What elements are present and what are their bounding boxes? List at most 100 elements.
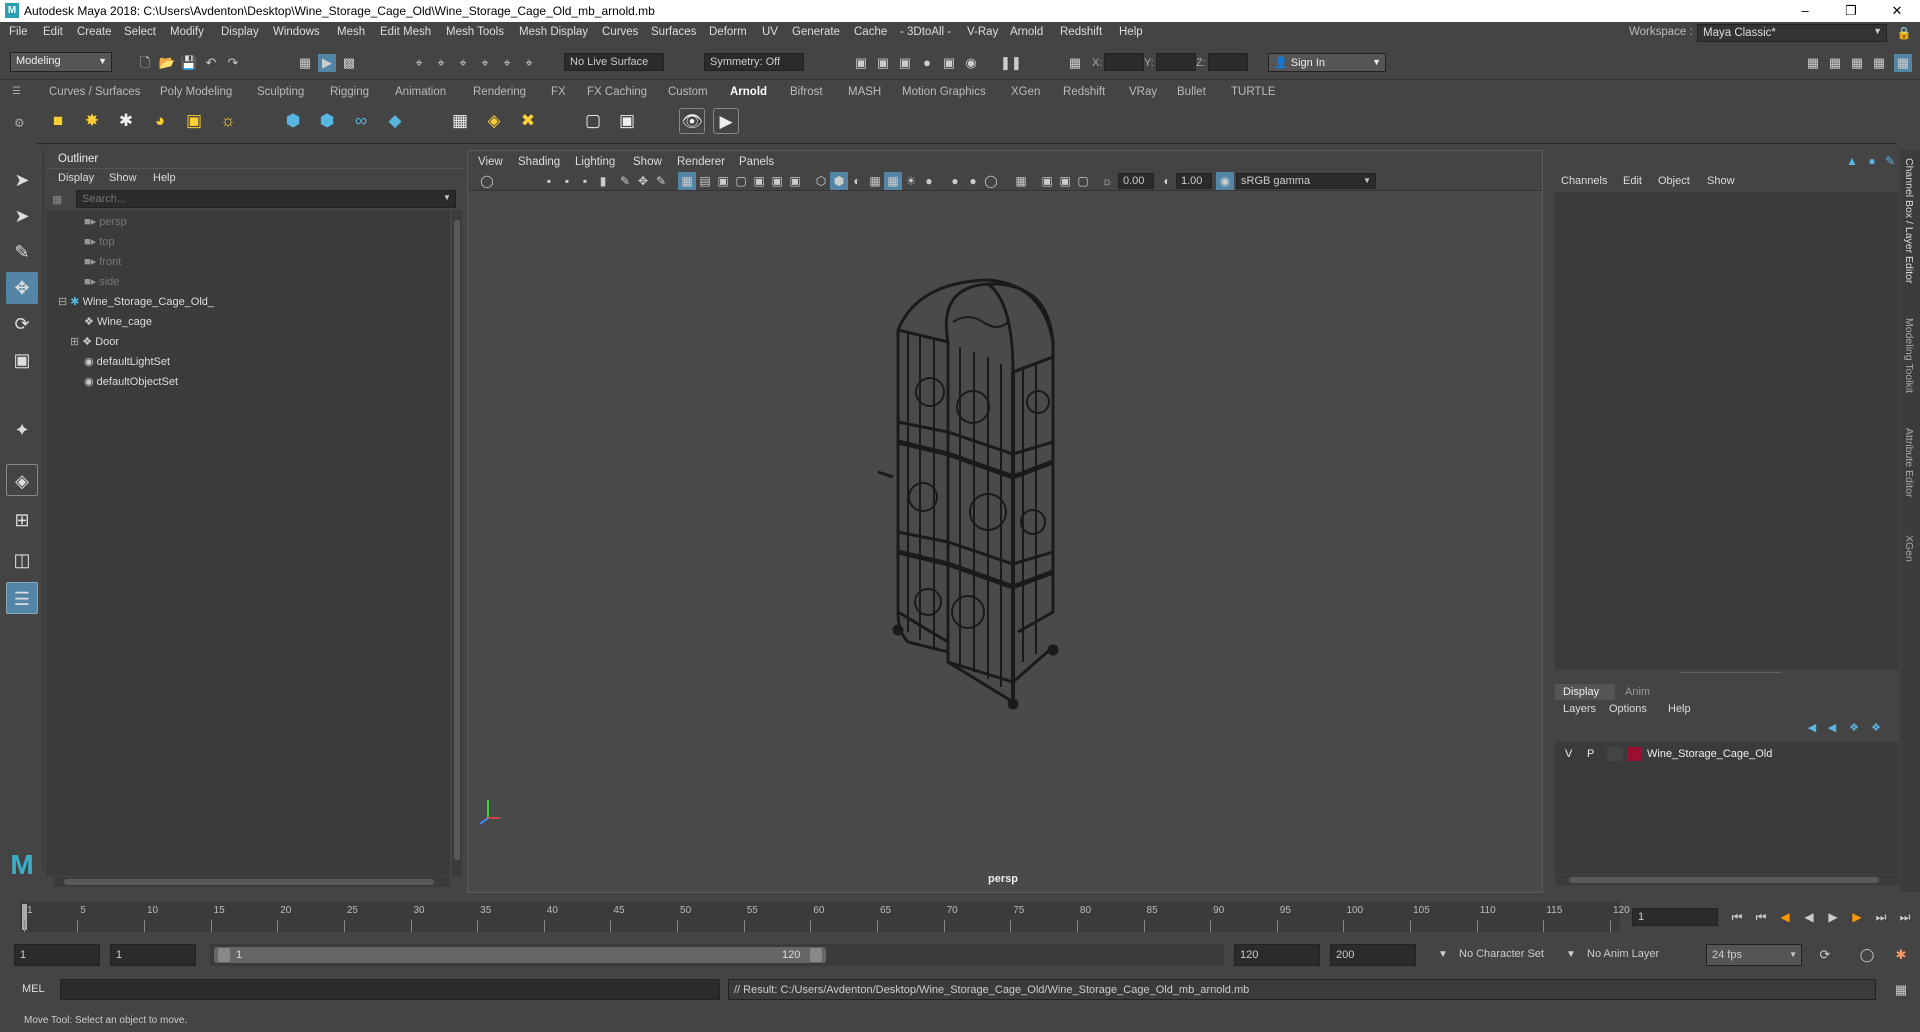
rotate-tool-icon[interactable]: ⟳ (6, 308, 38, 340)
shelf-tab-bullet[interactable]: Bullet (1177, 86, 1206, 98)
channels-menu-edit[interactable]: Edit (1623, 175, 1642, 187)
vp-menu-view[interactable]: View (478, 156, 503, 168)
scrollbar-thumb[interactable] (64, 879, 434, 885)
xray-joints-icon[interactable]: ▢ (1074, 172, 1092, 190)
layers-menu-help[interactable]: Help (1668, 703, 1691, 715)
shelf-tab-redshift[interactable]: Redshift (1063, 86, 1105, 98)
viewport-scene[interactable] (468, 192, 1542, 892)
safe-title-icon[interactable]: ▣ (786, 172, 804, 190)
channels-menu-object[interactable]: Object (1658, 175, 1690, 187)
script-editor-icon[interactable]: ▦ (1892, 981, 1910, 999)
shelf-tab-xgen[interactable]: XGen (1011, 86, 1040, 98)
layer-display-type[interactable] (1607, 747, 1623, 761)
outliner-menu-display[interactable]: Display (58, 172, 94, 184)
select-object-icon[interactable]: ▶ (318, 54, 336, 72)
tool-settings-icon[interactable]: ▦ (1848, 54, 1866, 72)
colorspace-dropdown[interactable]: sRGB gamma ▼ (1236, 173, 1376, 189)
shelf-tab-arnold[interactable]: Arnold (730, 86, 767, 98)
menu-surfaces[interactable]: Surfaces (651, 26, 696, 38)
open-scene-icon[interactable]: 📂 (158, 54, 176, 72)
shelf-tab-poly-modeling[interactable]: Poly Modeling (160, 86, 232, 98)
y-field[interactable] (1156, 53, 1196, 71)
menu-deform[interactable]: Deform (709, 26, 747, 38)
field-chart-icon[interactable]: ▣ (750, 172, 768, 190)
mesh-light-icon[interactable]: ✸ (79, 108, 105, 134)
layer-visibility-toggle[interactable]: V (1565, 748, 1572, 760)
loop-icon[interactable]: ⟳ (1816, 946, 1834, 964)
close-button[interactable]: ✕ (1874, 0, 1920, 22)
collapse-icon[interactable]: ⊟ (58, 296, 67, 308)
layer-horizontal-scrollbar[interactable] (1555, 875, 1899, 885)
shelf-tab-rendering[interactable]: Rendering (473, 86, 526, 98)
menu-modify[interactable]: Modify (170, 26, 204, 38)
range-end-handle[interactable] (810, 948, 822, 962)
skydome-light-icon[interactable]: ◕ (147, 108, 173, 134)
menu-curves[interactable]: Curves (602, 26, 638, 38)
layers-menu-options[interactable]: Options (1609, 703, 1647, 715)
render-frame-icon[interactable]: ▣ (852, 54, 870, 72)
save-scene-icon[interactable]: 💾 (180, 54, 198, 72)
flush-cache-icon[interactable]: ✖ (515, 108, 541, 134)
menu-uv[interactable]: UV (762, 26, 778, 38)
menu-mesh-tools[interactable]: Mesh Tools (446, 26, 504, 38)
outliner-item-default-light-set[interactable]: ◉ defaultLightSet (84, 355, 170, 368)
character-set-icon[interactable]: ▼ (1434, 946, 1452, 964)
layer-row[interactable]: V P Wine_Storage_Cage_Old (1555, 744, 1899, 764)
safe-action-icon[interactable]: ▣ (768, 172, 786, 190)
channels-menu-show[interactable]: Show (1707, 175, 1735, 187)
area-light-icon[interactable]: ■ (45, 108, 71, 134)
outliner-item-wine-cage[interactable]: ❖ Wine_cage (84, 315, 152, 328)
play-render-icon[interactable]: ▶ (713, 108, 739, 134)
step-forward-key-icon[interactable]: ⏭ (1872, 908, 1890, 926)
menu-create[interactable]: Create (77, 26, 112, 38)
menu-edit-mesh[interactable]: Edit Mesh (380, 26, 431, 38)
shelf-tab-rigging[interactable]: Rigging (330, 86, 369, 98)
time-slider[interactable]: 1 5 10 15 20 25 30 35 40 45 50 55 60 65 70 75 80 85 90 95 10… (0, 900, 1920, 934)
ipr-render-icon[interactable]: ▣ (874, 54, 892, 72)
select-hierarchy-icon[interactable]: ▦ (296, 54, 314, 72)
hypershade-icon[interactable]: ● (918, 54, 936, 72)
bookmark-icon[interactable]: ▮ (594, 172, 612, 190)
shelf-tab-mash[interactable]: MASH (848, 86, 881, 98)
menu-cache[interactable]: Cache (854, 26, 887, 38)
select-component-icon[interactable]: ▩ (340, 54, 358, 72)
four-view-layout-icon[interactable]: ⊞ (6, 504, 38, 536)
side-tab-modeling-toolkit[interactable]: Modeling Toolkit (1903, 318, 1915, 393)
fps-dropdown[interactable]: 24 fps ▼ (1706, 944, 1802, 966)
light-portal-icon[interactable]: ▣ (181, 108, 207, 134)
mode-dropdown[interactable]: Modeling ▼ (10, 52, 112, 72)
exposure-field[interactable]: 0.00 (1118, 173, 1154, 189)
modeling-toolkit-icon[interactable]: ▦ (1804, 54, 1822, 72)
menu-windows[interactable]: Windows (273, 26, 320, 38)
range-start-handle[interactable] (218, 948, 230, 962)
camera-attributes-icon[interactable]: ▪ (540, 172, 558, 190)
outliner-item-door[interactable]: ⊞ ❖ Door (70, 335, 119, 348)
maximize-button[interactable]: ❐ (1828, 0, 1874, 22)
paint-select-tool-icon[interactable]: ✎ (6, 236, 38, 268)
step-back-frame-icon[interactable]: ◀ (1776, 908, 1794, 926)
shelf-tab-curves-surfaces[interactable]: Curves / Surfaces (49, 86, 140, 98)
outliner-item-front[interactable]: ■▸ front (84, 255, 121, 268)
step-forward-frame-icon[interactable]: ▶ (1848, 908, 1866, 926)
ipr-icon[interactable]: ▣ (614, 108, 640, 134)
go-to-end-icon[interactable]: ⏭ (1896, 908, 1914, 926)
side-tab-attribute-editor[interactable]: Attribute Editor (1903, 428, 1915, 497)
layer-playback-toggle[interactable]: P (1587, 748, 1594, 760)
new-layer-selected-icon[interactable]: ❖ (1867, 719, 1885, 737)
render-settings-icon[interactable]: ▣ (896, 54, 914, 72)
shelf-tab-animation[interactable]: Animation (395, 86, 446, 98)
vp-menu-shading[interactable]: Shading (518, 156, 560, 168)
render-view-icon[interactable]: 👁 (679, 108, 705, 134)
outliner-item-top[interactable]: ■▸ top (84, 235, 115, 248)
end-time-field[interactable]: 200 (1330, 944, 1416, 966)
outliner-search-input[interactable] (76, 190, 456, 208)
physical-sky-icon[interactable]: ☼ (215, 108, 241, 134)
workspace-dropdown[interactable]: Maya Classic* ▼ (1697, 24, 1887, 42)
start-time-field[interactable]: 1 (14, 944, 100, 966)
shelf-tab-custom[interactable]: Custom (668, 86, 708, 98)
minimize-button[interactable]: – (1782, 0, 1828, 22)
live-surface-field[interactable]: No Live Surface (564, 53, 664, 71)
go-to-start-icon[interactable]: ⏮ (1728, 908, 1746, 926)
wireframe-icon[interactable]: ⬡ (812, 172, 830, 190)
layer-tab-display[interactable]: Display (1555, 684, 1615, 700)
